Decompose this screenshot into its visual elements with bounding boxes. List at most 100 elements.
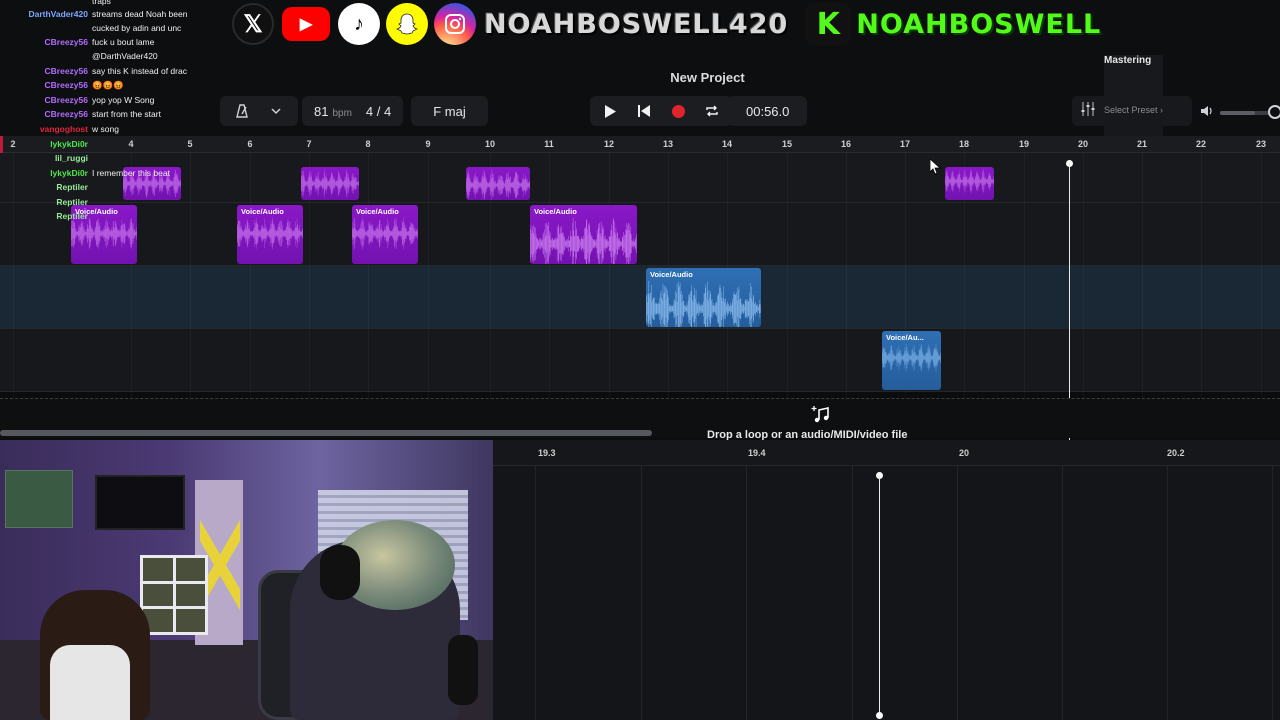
audio-clip[interactable]: Voice/Audio	[352, 205, 418, 264]
chevron-right-icon: ›	[1160, 104, 1164, 115]
mastering-button[interactable]: Mastering Select Preset ›	[1072, 54, 1192, 168]
cursor-icon	[929, 158, 942, 180]
chat-message: @DarthVader420	[0, 51, 158, 61]
grid-line	[1272, 466, 1273, 720]
metronome-icon[interactable]	[232, 101, 252, 121]
chat-text: streams dead Noah been	[92, 9, 188, 19]
chat-message: Reptiler	[0, 197, 92, 207]
editor-ruler-label: 20	[959, 448, 970, 458]
volume-control	[1200, 104, 1280, 122]
grid-line	[1024, 153, 1025, 398]
bpm-field[interactable]: 81 bpm 4 / 4	[302, 96, 404, 126]
audio-clip[interactable]	[301, 167, 359, 200]
key-value: F maj	[433, 103, 466, 119]
audio-clip[interactable]: Voice/Au...	[882, 331, 941, 390]
chat-text: cucked by adin and unc	[92, 23, 182, 33]
play-icon[interactable]	[600, 101, 620, 121]
chat-username: lil_ruggi	[54, 153, 88, 163]
ruler-bar-number: 14	[721, 139, 733, 149]
instagram-logo-icon	[434, 3, 476, 45]
chat-username: vangoghost	[39, 124, 88, 134]
ruler-bar-number: 23	[1255, 139, 1267, 149]
tiktok-logo-icon: ♪	[338, 3, 380, 45]
time-display[interactable]: 00:56.0	[728, 96, 808, 126]
audio-clip[interactable]	[466, 167, 530, 200]
speaker-icon[interactable]	[1200, 104, 1214, 122]
editor-playhead[interactable]	[879, 475, 880, 715]
record-button[interactable]	[668, 101, 688, 121]
waveform	[466, 169, 530, 200]
add-music-icon	[811, 405, 831, 430]
time-signature[interactable]: 4 / 4	[366, 104, 391, 119]
chat-username: lykykDi0r	[50, 139, 88, 149]
skip-back-icon[interactable]	[634, 101, 654, 121]
chat-username: CBreezy56	[44, 95, 88, 105]
volume-slider[interactable]	[1220, 105, 1280, 119]
chat-message: CBreezy56 fuck u bout lame	[0, 37, 155, 47]
waveform	[301, 169, 359, 198]
grid-line	[368, 153, 369, 398]
horizontal-scrollbar[interactable]	[0, 430, 652, 436]
editor-ruler[interactable]: 19.3 19.4 20 20.2	[493, 440, 1280, 466]
editor-ruler-label: 19.4	[748, 448, 766, 458]
ruler-bar-number: 9	[425, 139, 431, 149]
snapchat-logo-icon	[386, 3, 428, 45]
wall-tapestry	[5, 470, 73, 528]
grid-line	[746, 466, 747, 720]
transport-group	[590, 96, 732, 126]
grid-line	[1201, 153, 1202, 398]
chat-username: CBreezy56	[44, 80, 88, 90]
waveform	[882, 343, 941, 372]
chat-text: yop yop W Song	[92, 95, 155, 105]
chat-message: CBreezy56 start from the start	[0, 109, 161, 119]
chat-text: traps	[92, 0, 111, 6]
audio-clip[interactable]	[945, 167, 994, 200]
grid-line	[1261, 153, 1262, 398]
editor-playhead-handle[interactable]	[876, 712, 883, 719]
ruler-bar-number: 15	[781, 139, 793, 149]
grid-line	[1142, 153, 1143, 398]
grid-line	[846, 153, 847, 398]
sliders-icon	[1080, 101, 1096, 122]
audio-clip[interactable]: Voice/Audio	[646, 268, 761, 327]
track-lane[interactable]	[0, 266, 1280, 329]
shelf	[140, 555, 208, 635]
volume-fill	[1220, 111, 1255, 115]
chat-message: vangoghost w song	[0, 124, 119, 134]
chat-overlay: traps DarthVader420 streams dead Noah been…	[0, 0, 210, 224]
audio-clip[interactable]: Voice/Audio	[530, 205, 637, 264]
ruler-bar-number: 20	[1077, 139, 1089, 149]
chat-message: cucked by adin and unc	[0, 23, 181, 33]
editor-ruler-label: 20.2	[1167, 448, 1185, 458]
ruler-bar-number: 22	[1195, 139, 1207, 149]
bpm-value: 81	[314, 103, 329, 119]
audio-clip[interactable]: Voice/Audio	[237, 205, 303, 264]
chat-message: Reptiler	[0, 211, 92, 221]
track-lane[interactable]	[0, 329, 1280, 392]
chat-username: CBreezy56	[44, 37, 88, 47]
editor-ruler-label: 19.3	[538, 448, 556, 458]
loop-icon[interactable]	[702, 101, 722, 121]
waveform	[530, 217, 637, 264]
clip-label: Voice/Audio	[650, 270, 693, 279]
ruler-bar-number: 7	[306, 139, 312, 149]
volume-knob[interactable]	[1268, 105, 1280, 119]
chat-message: CBreezy56 say this K instead of drac	[0, 66, 187, 76]
chat-text: I remember this beat	[92, 168, 170, 178]
waveform	[646, 280, 761, 327]
grid-line	[641, 466, 642, 720]
chat-message: DarthVader420 streams dead Noah been	[0, 9, 187, 19]
wall-tv	[95, 475, 185, 530]
chat-text: w song	[92, 124, 119, 134]
chevron-down-icon[interactable]	[266, 101, 286, 121]
chat-username: Reptiler	[56, 197, 88, 207]
clip-editor[interactable]: 19.3 19.4 20 20.2	[493, 440, 1280, 720]
webcam-feed	[0, 440, 493, 720]
ruler-bar-number: 21	[1136, 139, 1148, 149]
waveform	[237, 217, 303, 250]
key-field[interactable]: F maj	[411, 96, 488, 126]
chat-username: lykykDi0r	[50, 168, 88, 178]
chat-username: CBreezy56	[44, 109, 88, 119]
ruler-bar-number: 19	[1018, 139, 1030, 149]
x-logo-icon: 𝕏	[232, 3, 274, 45]
